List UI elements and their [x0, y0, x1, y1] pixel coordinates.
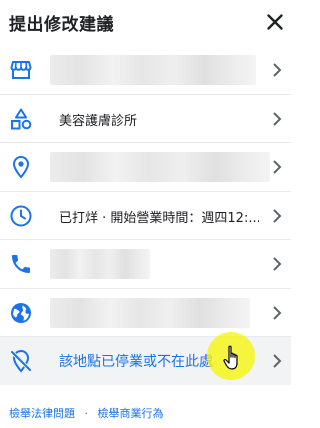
location-pin-icon: [12, 155, 30, 179]
redacted-phone: [50, 249, 150, 279]
footer-separator: ·: [84, 407, 89, 420]
chevron-right-icon: [273, 257, 282, 271]
category-shapes-icon: [11, 108, 32, 129]
close-icon[interactable]: [262, 9, 288, 35]
footer-links: 檢舉法律問題 · 檢舉商業行為: [9, 405, 164, 421]
report-legal-link[interactable]: 檢舉法律問題: [9, 407, 75, 420]
edit-category-row[interactable]: 美容護膚診所: [0, 95, 291, 143]
chevron-right-icon: [273, 63, 282, 77]
category-text: 美容護膚診所: [59, 113, 138, 129]
storefront-icon: [10, 61, 32, 79]
edit-hours-row[interactable]: 已打烊 · 開始營業時間：週四12:...: [0, 192, 291, 240]
chevron-right-icon: [273, 305, 282, 320]
clock-icon: [10, 205, 32, 226]
suggest-edit-list: 美容護膚診所 已打烊 · 開始營業時間：週四12:... 該地點已停業或不在此處: [0, 46, 291, 385]
dialog-title: 提出修改建議: [9, 15, 114, 35]
redacted-website: [50, 297, 250, 328]
edit-website-row[interactable]: [0, 289, 291, 337]
chevron-right-icon: [273, 208, 282, 223]
edit-address-row[interactable]: [0, 143, 291, 192]
chevron-right-icon: [273, 354, 282, 368]
chevron-right-icon: [273, 111, 282, 126]
hours-text: 已打烊 · 開始營業時間：週四12:...: [59, 210, 259, 226]
hand-pointer-icon: [223, 345, 238, 370]
report-business-link[interactable]: 檢舉商業行為: [98, 407, 164, 420]
chevron-right-icon: [273, 160, 282, 174]
edit-phone-row[interactable]: [0, 240, 291, 289]
phone-icon: [12, 255, 30, 273]
redacted-address: [50, 152, 270, 182]
dialog-header: 提出修改建議: [0, 0, 291, 46]
redacted-name: [50, 55, 256, 85]
location-off-icon: [10, 349, 32, 373]
globe-icon: [11, 302, 31, 323]
edit-name-row[interactable]: [0, 46, 291, 95]
